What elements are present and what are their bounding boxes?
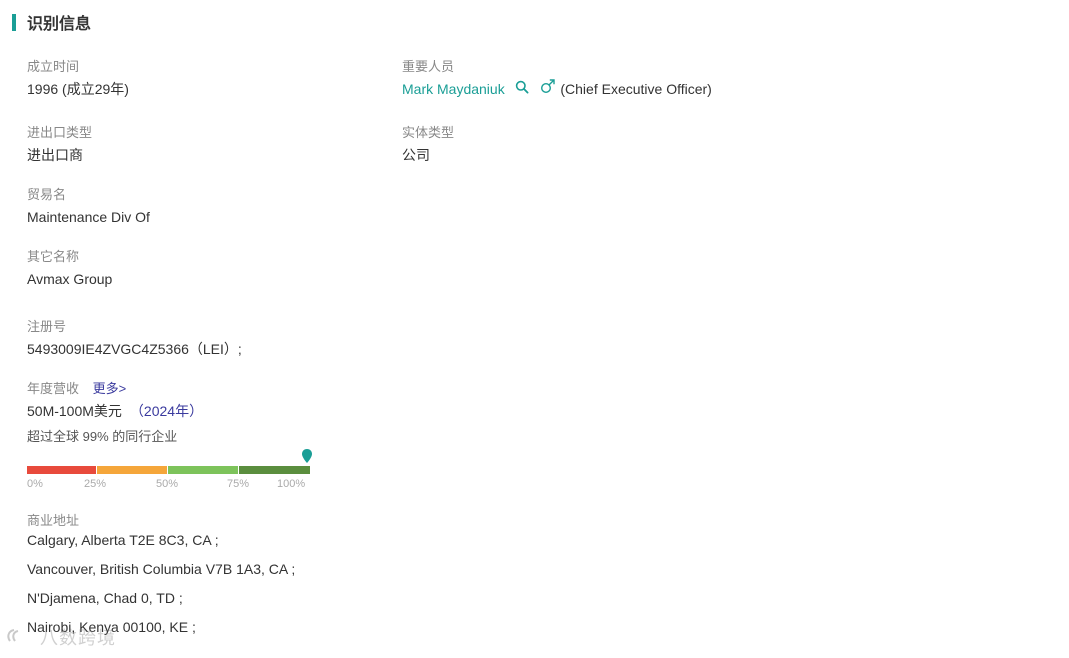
registration-label: 注册号 (27, 319, 67, 334)
entity-type-value: 公司 (402, 147, 430, 163)
key-person-role: (Chief Executive Officer) (560, 81, 712, 97)
revenue-rank-text: 超过全球 99% 的同行企业 (27, 429, 178, 444)
key-person-field: 重要人员 Mark Maydaniuk (Chief Executive Off… (402, 58, 712, 99)
tick-label-100: 100% (277, 478, 306, 490)
bar-segment-0-25 (27, 466, 96, 474)
entity-type-label: 实体类型 (402, 125, 455, 140)
key-person-value: Mark Maydaniuk (Chief Executive Officer) (402, 79, 712, 99)
import-export-label: 进出口类型 (27, 125, 93, 140)
address-line: Vancouver, British Columbia V7B 1A3, CA … (27, 561, 296, 577)
address-field: 商业地址 (27, 512, 79, 530)
percentile-marker-icon (301, 448, 313, 466)
bar-segment-50-75 (168, 466, 238, 474)
address-line: Calgary, Alberta T2E 8C3, CA ; (27, 532, 219, 548)
founded-field: 成立时间 1996 (成立29年) (27, 58, 129, 99)
title-accent-bar (12, 13, 16, 31)
revenue-percentile-bar: 0% 25% 50% 75% 100% (27, 448, 327, 496)
tick-label-75: 75% (227, 478, 250, 490)
other-names-field: 其它名称 Avmax Group (27, 248, 112, 289)
male-icon (540, 78, 556, 99)
watermark-text: 八数跨境 (40, 628, 117, 648)
revenue-label: 年度营收 (27, 381, 80, 396)
revenue-label-row: 年度营收 更多> (27, 380, 203, 398)
registration-value: 5493009IE4ZVGC4Z5366（LEI）; (27, 341, 242, 357)
trade-name-value: Maintenance Div Of (27, 209, 150, 225)
revenue-value: 50M-100M美元 (27, 403, 122, 419)
entity-type-field: 实体类型 公司 (402, 124, 454, 165)
bar-segment-25-50 (97, 466, 167, 474)
revenue-field: 年度营收 更多> 50M-100M美元 （2024年） (27, 380, 203, 421)
address-line: N'Djamena, Chad 0, TD ; (27, 590, 183, 606)
key-person-label: 重要人员 (402, 59, 455, 74)
import-export-field: 进出口类型 进出口商 (27, 124, 92, 165)
registration-field: 注册号 5493009IE4ZVGC4Z5366（LEI）; (27, 318, 242, 359)
section-header: 识别信息 (12, 12, 92, 33)
founded-label: 成立时间 (27, 59, 80, 74)
tick-label-0: 0% (27, 478, 43, 490)
section-title: 识别信息 (27, 16, 92, 33)
revenue-value-row: 50M-100M美元 （2024年） (27, 401, 203, 421)
address-label: 商业地址 (27, 513, 80, 528)
bar-segment-75-100 (239, 466, 310, 474)
other-names-label: 其它名称 (27, 249, 80, 264)
import-export-value: 进出口商 (27, 147, 83, 163)
watermark-logo-icon (6, 628, 28, 649)
founded-value: 1996 (成立29年) (27, 81, 129, 97)
trade-name-label: 贸易名 (27, 187, 67, 202)
search-icon[interactable] (515, 79, 529, 99)
tick-label-50: 50% (156, 478, 179, 490)
tick-label-25: 25% (84, 478, 107, 490)
other-names-value: Avmax Group (27, 271, 113, 287)
revenue-year: （2024年） (129, 403, 204, 419)
watermark: 八数跨境 (6, 624, 116, 650)
key-person-name-link[interactable]: Mark Maydaniuk (402, 81, 505, 97)
revenue-more-link[interactable]: 更多> (93, 381, 127, 396)
trade-name-field: 贸易名 Maintenance Div Of (27, 186, 150, 227)
